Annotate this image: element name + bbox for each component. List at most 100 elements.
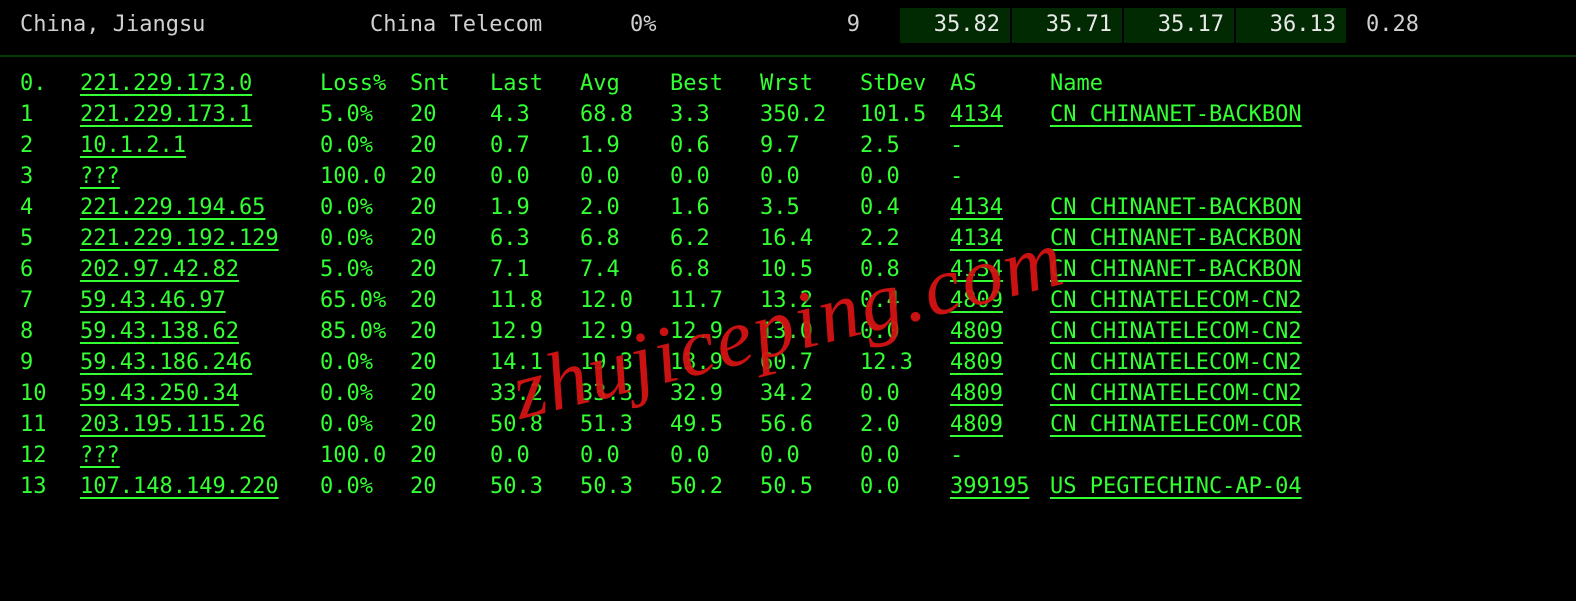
hop-stdev: 0.8 [860,255,950,286]
hop-host[interactable]: ??? [80,162,320,193]
hop-host[interactable]: 221.229.173.1 [80,100,320,131]
hop-wrst: 16.4 [760,224,860,255]
hop-avg: 0.0 [580,162,670,193]
hop-host[interactable]: 203.195.115.26 [80,410,320,441]
hop-asname[interactable]: CN CHINATELECOM-CN2 [1050,317,1556,348]
hop-asname[interactable]: CN CHINANET-BACKBON [1050,224,1556,255]
hop-snt: 20 [410,193,490,224]
hop-number: 3 [20,162,80,193]
hop-host[interactable]: 221.229.194.65 [80,193,320,224]
hop-avg: 2.0 [580,193,670,224]
hop-snt: 20 [410,100,490,131]
hop-asn: - [950,131,1050,162]
header-best: Best [670,69,760,100]
hop-best: 49.5 [670,410,760,441]
hop-asn[interactable]: 4809 [950,379,1050,410]
hop-asname[interactable]: CN CHINATELECOM-COR [1050,410,1556,441]
hop-asn[interactable]: 4809 [950,348,1050,379]
hop-loss: 0.0% [320,131,410,162]
hop-last: 11.8 [490,286,580,317]
hop-loss: 0.0% [320,410,410,441]
hop-number: 2 [20,131,80,162]
hop-stdev: 2.0 [860,410,950,441]
header-last: Last [490,69,580,100]
hop-avg: 19.3 [580,348,670,379]
hop-stdev: 2.2 [860,224,950,255]
hop-asname[interactable]: CN CHINANET-BACKBON [1050,255,1556,286]
hop-asname[interactable]: CN CHINATELECOM-CN2 [1050,379,1556,410]
hop-wrst: 13.0 [760,317,860,348]
hop-wrst: 50.5 [760,472,860,503]
table-row: 4221.229.194.650.0%201.92.01.63.50.44134… [20,193,1556,224]
hop-best: 50.2 [670,472,760,503]
hop-stdev: 0.0 [860,441,950,472]
hop-asname[interactable]: CN CHINANET-BACKBON [1050,100,1556,131]
summary-stat-0: 35.82 [900,8,1010,43]
hop-wrst: 0.0 [760,441,860,472]
header-host[interactable]: 221.229.173.0 [80,69,320,100]
hop-loss: 100.0 [320,441,410,472]
hop-avg: 0.0 [580,441,670,472]
table-row: 13107.148.149.2200.0%2050.350.350.250.50… [20,472,1556,503]
table-row: 1059.43.250.340.0%2033.233.332.934.20.04… [20,379,1556,410]
hop-best: 0.6 [670,131,760,162]
hop-host[interactable]: 10.1.2.1 [80,131,320,162]
hop-asn[interactable]: 4809 [950,410,1050,441]
hop-asn: - [950,162,1050,193]
hop-avg: 12.9 [580,317,670,348]
hop-asn[interactable]: 4134 [950,100,1050,131]
hop-asname[interactable]: CN CHINANET-BACKBON [1050,193,1556,224]
hop-last: 50.8 [490,410,580,441]
hop-loss: 0.0% [320,224,410,255]
hop-wrst: 9.7 [760,131,860,162]
table-row: 5221.229.192.1290.0%206.36.86.216.42.241… [20,224,1556,255]
hop-best: 6.2 [670,224,760,255]
hop-asn[interactable]: 4134 [950,255,1050,286]
hop-asname[interactable]: CN CHINATELECOM-CN2 [1050,348,1556,379]
table-row: 1221.229.173.15.0%204.368.83.3350.2101.5… [20,100,1556,131]
hop-avg: 7.4 [580,255,670,286]
hop-asn[interactable]: 4809 [950,317,1050,348]
table-row: 11203.195.115.260.0%2050.851.349.556.62.… [20,410,1556,441]
hop-snt: 20 [410,410,490,441]
hop-host[interactable]: 59.43.46.97 [80,286,320,317]
hop-asn[interactable]: 4134 [950,224,1050,255]
table-row: 759.43.46.9765.0%2011.812.011.713.20.448… [20,286,1556,317]
hop-host[interactable]: 59.43.138.62 [80,317,320,348]
hop-host[interactable]: 107.148.149.220 [80,472,320,503]
hop-number: 1 [20,100,80,131]
hop-stdev: 2.5 [860,131,950,162]
hop-host[interactable]: 59.43.250.34 [80,379,320,410]
hop-loss: 0.0% [320,379,410,410]
traceroute-table: 0. 221.229.173.0 Loss% Snt Last Avg Best… [0,55,1576,503]
hop-last: 0.0 [490,441,580,472]
hop-asname[interactable]: US PEGTECHINC-AP-04 [1050,472,1556,503]
hop-asn[interactable]: 4809 [950,286,1050,317]
hop-host[interactable]: 221.229.192.129 [80,224,320,255]
hop-wrst: 3.5 [760,193,860,224]
hop-snt: 20 [410,224,490,255]
hop-asname[interactable]: CN CHINATELECOM-CN2 [1050,286,1556,317]
hop-number: 4 [20,193,80,224]
summary-stat-3: 36.13 [1236,8,1346,43]
hop-snt: 20 [410,162,490,193]
hop-snt: 20 [410,379,490,410]
hop-best: 11.7 [670,286,760,317]
hop-asn[interactable]: 399195 [950,472,1050,503]
hop-host[interactable]: ??? [80,441,320,472]
table-header-row: 0. 221.229.173.0 Loss% Snt Last Avg Best… [20,69,1556,100]
hop-wrst: 13.2 [760,286,860,317]
header-avg: Avg [580,69,670,100]
hop-stdev: 0.4 [860,286,950,317]
header-hop: 0. [20,69,80,100]
hop-host[interactable]: 202.97.42.82 [80,255,320,286]
table-row: 959.43.186.2460.0%2014.119.313.960.712.3… [20,348,1556,379]
hop-asn: - [950,441,1050,472]
hop-asn[interactable]: 4134 [950,193,1050,224]
table-row: 859.43.138.6285.0%2012.912.912.913.00.04… [20,317,1556,348]
hop-last: 0.0 [490,162,580,193]
hop-host[interactable]: 59.43.186.246 [80,348,320,379]
hop-last: 14.1 [490,348,580,379]
hop-best: 0.0 [670,441,760,472]
hop-stdev: 0.0 [860,317,950,348]
